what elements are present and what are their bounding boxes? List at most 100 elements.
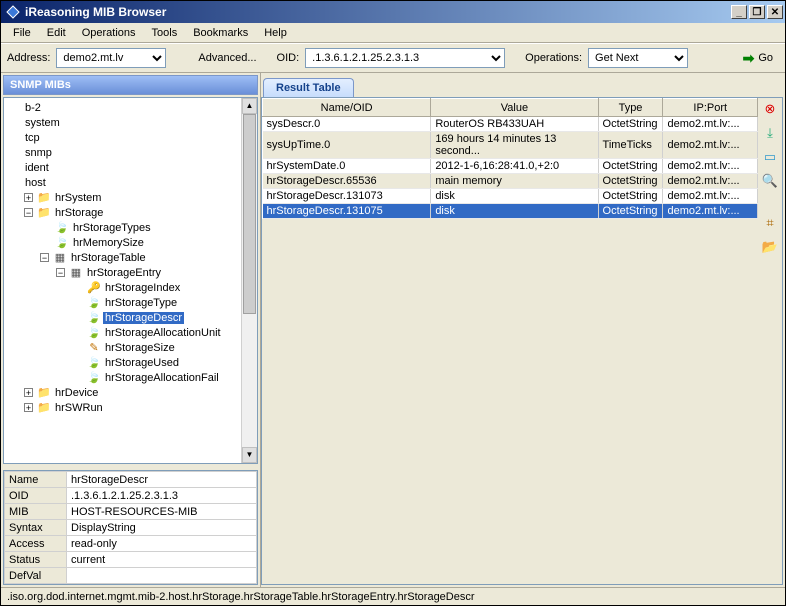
tree-label: host	[23, 177, 48, 189]
tool-icon-1[interactable]: ⌗	[761, 214, 779, 232]
menu-edit[interactable]: Edit	[39, 25, 74, 41]
tree-label: hrStorageIndex	[103, 282, 182, 294]
col-ipport[interactable]: IP:Port	[663, 99, 758, 117]
tree-node-hrSystem[interactable]: +📁hrSystem	[6, 190, 257, 205]
tree-expander[interactable]: −	[24, 208, 33, 217]
tree-label: hrStorageAllocationFail	[103, 372, 221, 384]
col-value[interactable]: Value	[431, 99, 598, 117]
export-icon[interactable]: ⤓	[761, 124, 779, 142]
property-table: NamehrStorageDescrOID.1.3.6.1.2.1.25.2.3…	[3, 470, 258, 585]
prop-row-name: NamehrStorageDescr	[5, 472, 257, 488]
new-doc-icon[interactable]: ▭	[761, 148, 779, 166]
table-row[interactable]: sysUpTime.0169 hours 14 minutes 13 secon…	[263, 132, 758, 159]
tree-label: hrStorageSize	[103, 342, 177, 354]
tree-expander[interactable]: +	[24, 388, 33, 397]
col-nameoid[interactable]: Name/OID	[263, 99, 431, 117]
tree-label: hrStorageTypes	[71, 222, 153, 234]
tree-label: hrMemorySize	[71, 237, 146, 249]
tree-node-hrSWRun[interactable]: +📁hrSWRun	[6, 400, 257, 415]
go-arrow-icon: ➡	[743, 50, 755, 67]
tree-node-b-2[interactable]: b-2	[6, 100, 257, 115]
menu-operations[interactable]: Operations	[74, 25, 144, 41]
tree-node-snmp[interactable]: snmp	[6, 145, 257, 160]
tree-label: hrDevice	[53, 387, 100, 399]
menu-file[interactable]: File	[5, 25, 39, 41]
delete-icon[interactable]: ⊗	[761, 100, 779, 118]
tree-node-hrDevice[interactable]: +📁hrDevice	[6, 385, 257, 400]
search-icon[interactable]: 🔍	[761, 172, 779, 190]
tree-node-hrStorageAllocationFail[interactable]: 🍃hrStorageAllocationFail	[6, 370, 257, 385]
tree-node-hrStorageSize[interactable]: ✎hrStorageSize	[6, 340, 257, 355]
tree-node-hrStorageType[interactable]: 🍃hrStorageType	[6, 295, 257, 310]
menu-help[interactable]: Help	[256, 25, 295, 41]
tab-strip: Result Table	[261, 75, 783, 97]
leaf-icon: 🍃	[55, 221, 69, 235]
mib-tree[interactable]: b-2systemtcpsnmpidenthost+📁hrSystem−📁hrS…	[3, 97, 258, 464]
address-combo[interactable]: demo2.mt.lv	[56, 48, 166, 68]
table-row[interactable]: sysDescr.0RouterOS RB433UAHOctetStringde…	[263, 117, 758, 132]
tree-node-hrStorageEntry[interactable]: −▦hrStorageEntry	[6, 265, 257, 280]
prop-row-access: Accessread-only	[5, 536, 257, 552]
prop-row-defval: DefVal	[5, 568, 257, 584]
tree-node-hrStorageDescr[interactable]: 🍃hrStorageDescr	[6, 310, 257, 325]
menu-bar: FileEditOperationsToolsBookmarksHelp	[1, 23, 785, 43]
tree-label: snmp	[23, 147, 54, 159]
folder-icon: 📁	[37, 206, 51, 220]
advanced-link[interactable]: Advanced...	[198, 52, 256, 64]
menu-bookmarks[interactable]: Bookmarks	[185, 25, 256, 41]
prop-row-syntax: SyntaxDisplayString	[5, 520, 257, 536]
left-panel-header: SNMP MIBs	[3, 75, 258, 95]
tree-node-hrStorageAllocationUnit[interactable]: 🍃hrStorageAllocationUnit	[6, 325, 257, 340]
left-panel: SNMP MIBs b-2systemtcpsnmpidenthost+📁hrS…	[1, 73, 261, 587]
tree-node-hrStorageTypes[interactable]: 🍃hrStorageTypes	[6, 220, 257, 235]
tree-node-hrStorageTable[interactable]: −▦hrStorageTable	[6, 250, 257, 265]
tree-label: hrSystem	[53, 192, 103, 204]
tree-node-tcp[interactable]: tcp	[6, 130, 257, 145]
table-row[interactable]: hrStorageDescr.65536main memoryOctetStri…	[263, 174, 758, 189]
go-button[interactable]: ➡ Go	[737, 48, 779, 69]
tree-node-hrStorage[interactable]: −📁hrStorage	[6, 205, 257, 220]
tree-node-ident[interactable]: ident	[6, 160, 257, 175]
result-grid[interactable]: Name/OIDValueTypeIP:PortsysDescr.0Router…	[262, 98, 758, 584]
close-button[interactable]: ✕	[767, 5, 783, 19]
leaf-icon: 🍃	[87, 371, 101, 385]
col-type[interactable]: Type	[598, 99, 663, 117]
table-row[interactable]: hrStorageDescr.131075diskOctetStringdemo…	[263, 204, 758, 219]
tree-node-hrStorageUsed[interactable]: 🍃hrStorageUsed	[6, 355, 257, 370]
leaf-icon: 🍃	[87, 296, 101, 310]
toolbar: Address: demo2.mt.lv Advanced... OID: .1…	[1, 43, 785, 73]
tree-node-hrMemorySize[interactable]: 🍃hrMemorySize	[6, 235, 257, 250]
prop-row-mib: MIBHOST-RESOURCES-MIB	[5, 504, 257, 520]
pencil-icon: ✎	[87, 341, 101, 355]
result-area: Name/OIDValueTypeIP:PortsysDescr.0Router…	[261, 97, 783, 585]
oid-combo[interactable]: .1.3.6.1.2.1.25.2.3.1.3	[305, 48, 505, 68]
operations-label: Operations:	[525, 52, 582, 64]
key-icon: 🔑	[87, 281, 101, 295]
oid-label: OID:	[277, 52, 300, 64]
tree-expander[interactable]: −	[56, 268, 65, 277]
leaf-icon: 🍃	[87, 326, 101, 340]
tree-node-host[interactable]: host	[6, 175, 257, 190]
tree-label: hrSWRun	[53, 402, 105, 414]
tab-result-table[interactable]: Result Table	[263, 78, 354, 97]
open-folder-icon[interactable]: 📂	[761, 238, 779, 256]
operations-combo[interactable]: Get Next	[588, 48, 688, 68]
tree-node-system[interactable]: system	[6, 115, 257, 130]
tree-scrollbar[interactable]: ▲▼	[241, 98, 257, 463]
tree-expander[interactable]: +	[24, 403, 33, 412]
title-bar: iReasoning MIB Browser _ ❐ ✕	[1, 1, 785, 23]
tree-expander[interactable]: −	[40, 253, 49, 262]
tree-node-hrStorageIndex[interactable]: 🔑hrStorageIndex	[6, 280, 257, 295]
tree-label: hrStorageEntry	[85, 267, 163, 279]
leaf-icon: 🍃	[55, 236, 69, 250]
table-icon: ▦	[69, 266, 83, 280]
menu-tools[interactable]: Tools	[144, 25, 186, 41]
maximize-button[interactable]: ❐	[749, 5, 765, 19]
tree-expander[interactable]: +	[24, 193, 33, 202]
tree-label: hrStorageAllocationUnit	[103, 327, 223, 339]
minimize-button[interactable]: _	[731, 5, 747, 19]
table-row[interactable]: hrStorageDescr.131073diskOctetStringdemo…	[263, 189, 758, 204]
tree-label: ident	[23, 162, 51, 174]
window-title: iReasoning MIB Browser	[25, 5, 731, 19]
table-row[interactable]: hrSystemDate.02012-1-6,16:28:41.0,+2:0Oc…	[263, 159, 758, 174]
